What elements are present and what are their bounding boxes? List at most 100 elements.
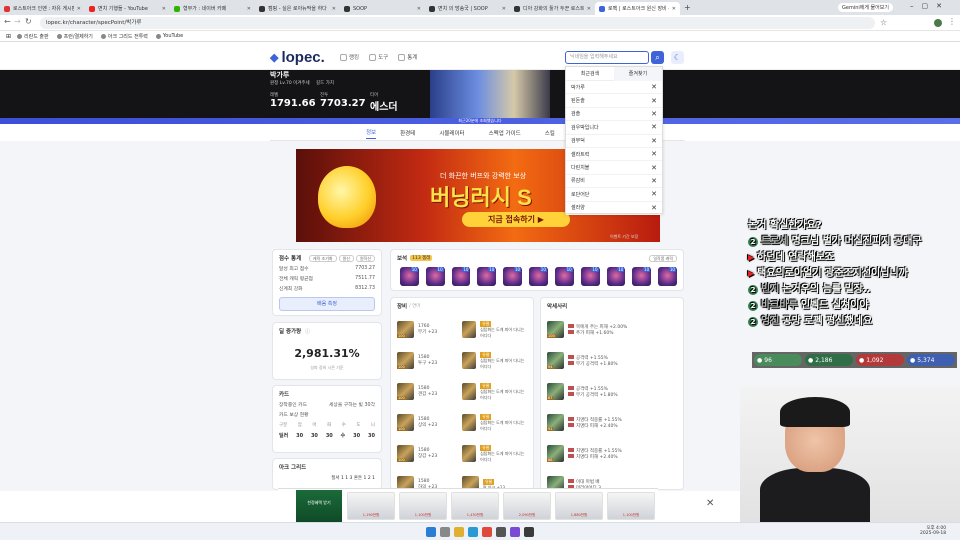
browser-tab[interactable]: 형부가 : 네이버 카페 ✕: [170, 2, 255, 15]
ad-car[interactable]: 1,430만원: [451, 491, 499, 520]
gem-icon[interactable]: 10: [425, 267, 445, 286]
edge-icon[interactable]: [468, 526, 478, 537]
search-icon[interactable]: [440, 526, 450, 537]
poll-option[interactable]: ● 1,092: [856, 354, 904, 366]
equip-row[interactable]: 유물 심탐화는 도게 피어 다니는 어디다: [462, 438, 527, 469]
accessory-row[interactable]: 91 치명타 적중률 +1.55% 치명타 피해 +2.40%: [547, 407, 677, 438]
ad-car[interactable]: 1,100만원: [607, 491, 655, 520]
measure-button[interactable]: 배움 측정: [279, 297, 375, 311]
browser-tab[interactable]: 캠핑 - 실은 로아뉴딱을 하다 ✕: [255, 2, 340, 15]
close-icon[interactable]: ✕: [651, 83, 657, 91]
gem-icon[interactable]: 10: [632, 267, 652, 286]
bookmark-item[interactable]: YouTube: [155, 33, 183, 39]
close-icon[interactable]: ✕: [651, 204, 657, 212]
gem-icon[interactable]: 10: [400, 267, 419, 286]
close-icon[interactable]: ✕: [651, 110, 657, 118]
dropdown-item[interactable]: 셀라트력 ✕: [566, 148, 662, 162]
chrome-icon[interactable]: [482, 526, 492, 537]
app-icon[interactable]: [510, 526, 520, 537]
subnav-tab[interactable]: 시뮬레이터: [439, 129, 464, 137]
close-icon[interactable]: ✕: [651, 97, 657, 105]
info-icon[interactable]: ⓘ: [305, 329, 310, 335]
dropdown-item[interactable]: 검무덕 ✕: [566, 135, 662, 148]
gemini-button[interactable]: Gemini에게 물어보기: [838, 3, 893, 12]
search-button[interactable]: ⌕: [651, 51, 664, 64]
dropdown-item[interactable]: 류감비 ✕: [566, 175, 662, 189]
pill-original[interactable]: 원신: [338, 254, 354, 262]
accessory-row[interactable]: 100이대 마법 배마리아어디 3: [547, 469, 677, 489]
ad-car[interactable]: 1,880만원: [555, 491, 603, 520]
subnav-tab[interactable]: 스펙업 가이드: [489, 129, 521, 137]
poll-option[interactable]: ● 5,374: [907, 354, 955, 366]
ad-left-promo[interactable]: 한정혜택 받기: [296, 489, 342, 522]
dropdown-item[interactable]: 검솔 ✕: [566, 108, 662, 122]
bookmark-item[interactable]: 아크 그리드 전투력: [100, 33, 148, 40]
browser-tab[interactable]: SOOP ✕: [340, 2, 425, 15]
reload-icon[interactable]: ↻: [25, 17, 32, 26]
banner-cta-button[interactable]: 지금 접속하기 ▶: [462, 212, 570, 227]
close-icon[interactable]: ✕: [417, 6, 421, 12]
app-icon[interactable]: [524, 526, 534, 537]
gem-icon[interactable]: 10: [477, 267, 497, 286]
equip-row[interactable]: 유물 심탐화는 도게 피어 다니는 어디다: [462, 345, 527, 376]
browser-tab[interactable]: 면치 의 방송국 | SOOP ✕: [425, 2, 510, 15]
equip-row[interactable]: 100 1580 투구 +23: [397, 345, 462, 376]
nav-stats[interactable]: 통계: [398, 53, 417, 61]
clock[interactable]: 오후 4:00 2025-09-18: [920, 525, 946, 536]
gem-icon[interactable]: 10: [554, 267, 574, 286]
ad-car[interactable]: 1,190만원: [347, 491, 395, 520]
dropdown-item[interactable]: 된돈솔 ✕: [566, 94, 662, 108]
ad-close-icon[interactable]: ✕: [706, 498, 714, 509]
gem-icon[interactable]: 10: [606, 267, 626, 286]
star-icon[interactable]: ☆: [880, 18, 887, 27]
window-controls[interactable]: –▢✕: [910, 2, 950, 10]
dropdown-item[interactable]: 로단어단 ✕: [566, 188, 662, 202]
gem-icon[interactable]: 10: [580, 267, 600, 286]
gem-icon[interactable]: 10: [529, 267, 548, 286]
equip-row[interactable]: 100 1760 무기 +23: [397, 314, 462, 345]
character-search-input[interactable]: 닉네임을 입력해주세요: [565, 51, 649, 64]
subnav-tab[interactable]: 정보: [366, 128, 377, 139]
close-icon[interactable]: ✕: [247, 6, 251, 12]
equip-row[interactable]: 1001580하의 +23: [397, 469, 462, 489]
close-icon[interactable]: ✕: [77, 6, 81, 12]
bookmark-item[interactable]: 프런/결제하기: [56, 33, 93, 40]
dropdown-item[interactable]: 셀라양 ✕: [566, 202, 662, 215]
poll-option[interactable]: ● 96: [754, 354, 802, 366]
close-icon[interactable]: ✕: [502, 6, 506, 12]
close-icon[interactable]: ✕: [651, 150, 657, 158]
windows-start-icon[interactable]: [426, 526, 436, 537]
pill-origin2[interactable]: 원작신: [355, 254, 375, 262]
accessory-row[interactable]: 100 목에게 주는 피해 +2.00% 추가 피해 +1.60%: [547, 314, 677, 345]
explorer-icon[interactable]: [454, 526, 464, 537]
site-logo[interactable]: ◆ lopec.: [270, 49, 325, 66]
nav-tools[interactable]: 도구: [369, 53, 388, 61]
apps-icon[interactable]: ⊞: [6, 33, 11, 40]
forward-icon[interactable]: →: [14, 17, 21, 26]
close-icon[interactable]: ✕: [162, 6, 166, 12]
browser-tab[interactable]: 면치 기행들 - YouTube ✕: [85, 2, 170, 15]
store-icon[interactable]: [496, 526, 506, 537]
equip-row[interactable]: 유물 심탐화는 도게 피어 다니는 어디다: [462, 407, 527, 438]
profile-avatar[interactable]: [934, 19, 942, 27]
close-icon[interactable]: ✕: [672, 6, 676, 12]
equip-row[interactable]: 100 1580 상의 +23: [397, 407, 462, 438]
equip-row[interactable]: 유물 팔 아크 +23: [462, 469, 527, 489]
nav-ranking[interactable]: 랭킹: [340, 53, 359, 61]
url-input[interactable]: lopec.kr/character/specPoint/박가루: [40, 17, 875, 29]
close-icon[interactable]: ✕: [651, 137, 657, 145]
new-tab-button[interactable]: +: [684, 3, 691, 12]
gem-icon[interactable]: 10: [503, 267, 523, 286]
browser-tab[interactable]: 로스트아크 인벤 : 자유 게시판 ✕: [0, 2, 85, 15]
ad-car[interactable]: 2,090만원: [503, 491, 551, 520]
subnav-tab[interactable]: 스킬: [545, 129, 555, 137]
browser-tab[interactable]: 로펙 | 로스트아크 원신 장비 - ✕: [595, 2, 680, 15]
dropdown-item[interactable]: 검우박입니다 ✕: [566, 121, 662, 135]
gem-icon[interactable]: 10: [451, 267, 471, 286]
close-icon[interactable]: ✕: [651, 123, 657, 131]
dropdown-item[interactable]: 박가루 ✕: [566, 81, 662, 95]
subnav-tab[interactable]: 환경테: [400, 129, 415, 137]
ad-banner[interactable]: 한정혜택 받기 1,190만원 1,100만원 1,430만원 2,090만원 1,88…: [278, 488, 658, 522]
equip-row[interactable]: 유물 심탐화는 도게 피어 다니는 어디다: [462, 314, 527, 345]
close-icon[interactable]: ✕: [651, 177, 657, 185]
